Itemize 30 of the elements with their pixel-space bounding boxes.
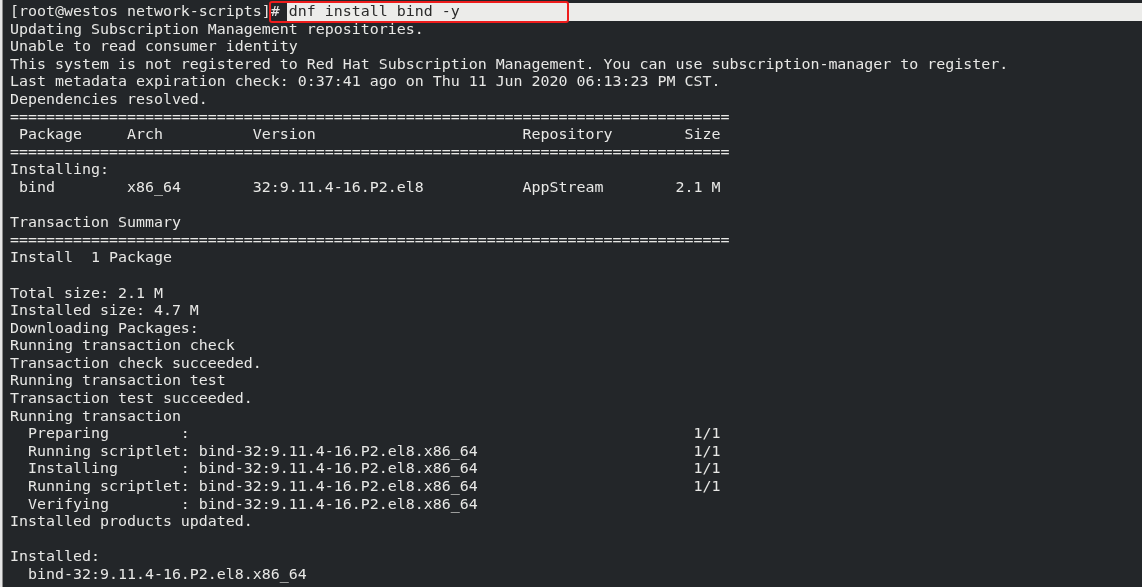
output-line: Installed: — [10, 548, 100, 566]
output-line: Install 1 Package — [10, 249, 172, 267]
output-line: Verifying : bind-32:9.11.4-16.P2.el8.x86_64 — [27, 495, 478, 514]
output-line: ================================================================================ — [10, 108, 730, 127]
output-line: Updating Subscription Management repositories. — [10, 20, 424, 39]
output-line: Running scriptlet: bind-32:9.11.4-16.P2.el8.x86_64 1/1 — [27, 478, 721, 496]
command-text: dnf install bind -y — [286, 3, 1142, 21]
output-line: Transaction test succeeded. — [10, 390, 253, 408]
output-line: Installed products updated. — [10, 513, 253, 531]
output-line: Last metadata expiration check: 0:37:41 ago on Thu 11 Jun 2020 06:13:23 PM CST. — [10, 73, 721, 91]
output-line: ================================================================================ — [10, 143, 730, 162]
output-line: Running transaction test — [10, 372, 226, 391]
output-line: bind x86_64 32:9.11.4-16.P2.el8 AppStream 2.1 M — [18, 178, 721, 197]
output-line: This system is not registered to Red Hat Subscription Management. You can use subscription-manager to register. — [10, 55, 1009, 74]
output-line: Preparing : 1/1 — [27, 425, 721, 443]
output-line: Transaction check succeeded. — [10, 354, 262, 373]
output-line: Installed size: 4.7 M — [10, 302, 199, 320]
output-line: Installing : bind-32:9.11.4-16.P2.el8.x86_64 1/1 — [27, 460, 721, 479]
output-line: Running transaction check — [10, 337, 235, 355]
output-line: ================================================================================ — [10, 231, 730, 250]
output-line: Running transaction — [10, 407, 181, 426]
output-line: Dependencies resolved. — [10, 90, 208, 109]
output-line: Package Arch Version Repository Size — [18, 126, 721, 144]
output-line: bind-32:9.11.4-16.P2.el8.x86_64 — [27, 566, 307, 584]
output-line: Unable to read consumer identity — [10, 38, 298, 56]
output-line: Installing: — [10, 161, 109, 179]
output-line: Downloading Packages: — [10, 319, 199, 338]
output-line: Transaction Summary — [10, 214, 181, 232]
output-line: Running scriptlet: bind-32:9.11.4-16.P2.el8.x86_64 1/1 — [27, 442, 721, 461]
output-line: Total size: 2.1 M — [10, 284, 163, 303]
